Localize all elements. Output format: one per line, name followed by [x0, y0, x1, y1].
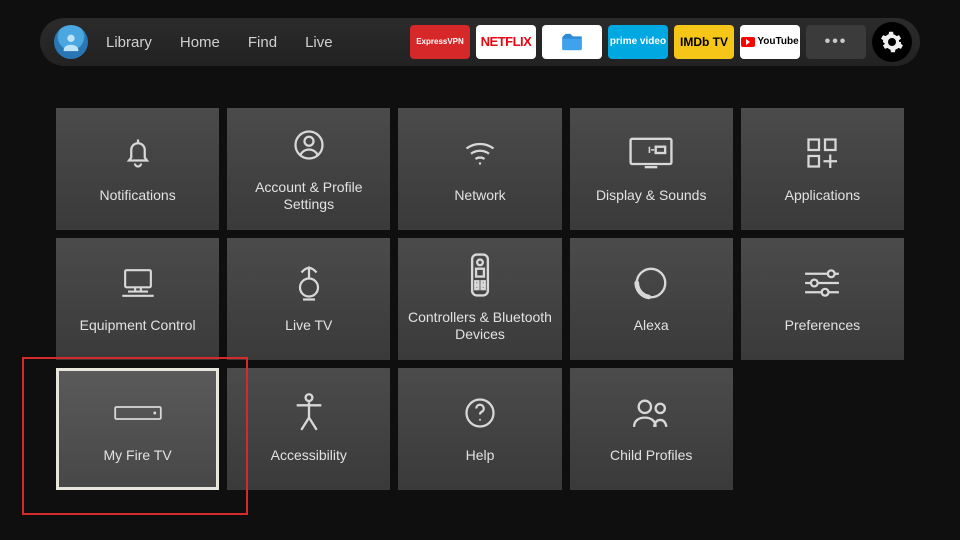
- nav-links: Library Home Find Live: [106, 34, 333, 51]
- tile-preferences[interactable]: Preferences: [741, 238, 904, 360]
- tile-label: Equipment Control: [72, 317, 204, 335]
- help-icon: [462, 393, 498, 433]
- tile-notifications[interactable]: Notifications: [56, 108, 219, 230]
- tile-equipment[interactable]: Equipment Control: [56, 238, 219, 360]
- childprofiles-icon: [631, 393, 671, 433]
- tile-label: Network: [446, 187, 513, 205]
- tile-label: Alexa: [626, 317, 677, 335]
- tile-label: Accessibility: [263, 447, 355, 465]
- account-icon: [291, 125, 327, 165]
- tile-help[interactable]: Help: [398, 368, 561, 490]
- app-expressvpn[interactable]: ExpressVPN: [410, 25, 470, 59]
- youtube-play-icon: [741, 37, 755, 47]
- tile-label: Child Profiles: [602, 447, 700, 465]
- tile-accessibility[interactable]: Accessibility: [227, 368, 390, 490]
- tile-livetv[interactable]: Live TV: [227, 238, 390, 360]
- preferences-icon: [802, 263, 842, 303]
- tile-alexa[interactable]: Alexa: [570, 238, 733, 360]
- tile-label: Account & Profile Settings: [227, 179, 390, 214]
- tile-label: Display & Sounds: [588, 187, 715, 205]
- app-shortcuts: ExpressVPN NETFLIX prime video IMDb TV Y…: [410, 25, 866, 59]
- controllers-icon: [468, 255, 492, 295]
- network-icon: [460, 133, 500, 173]
- tile-label: My Fire TV: [95, 447, 179, 465]
- app-more[interactable]: •••: [806, 25, 866, 59]
- tile-applications[interactable]: Applications: [741, 108, 904, 230]
- app-es-file-explorer[interactable]: [542, 25, 602, 59]
- accessibility-icon: [292, 393, 326, 433]
- nav-library[interactable]: Library: [106, 34, 152, 51]
- tile-network[interactable]: Network: [398, 108, 561, 230]
- tile-display[interactable]: Display & Sounds: [570, 108, 733, 230]
- tile-controllers[interactable]: Controllers & Bluetooth Devices: [398, 238, 561, 360]
- tile-label: Notifications: [91, 187, 183, 205]
- nav-live[interactable]: Live: [305, 34, 333, 51]
- profile-avatar[interactable]: [54, 25, 88, 59]
- app-youtube-label: YouTube: [757, 37, 798, 48]
- alexa-icon: [632, 263, 670, 303]
- app-netflix[interactable]: NETFLIX: [476, 25, 536, 59]
- app-imdb-tv[interactable]: IMDb TV: [674, 25, 734, 59]
- settings-grid: Notifications Account & Profile Settings N…: [56, 108, 904, 490]
- tile-label: Applications: [777, 187, 869, 205]
- tile-myfiretv[interactable]: My Fire TV: [56, 368, 219, 490]
- equipment-icon: [118, 263, 158, 303]
- gear-icon: [880, 30, 904, 54]
- folder-icon: [559, 29, 585, 55]
- app-expressvpn-label: ExpressVPN: [416, 38, 464, 46]
- app-youtube[interactable]: YouTube: [740, 25, 800, 59]
- app-prime-video[interactable]: prime video: [608, 25, 668, 59]
- tile-label: Controllers & Bluetooth Devices: [398, 309, 561, 344]
- nav-find[interactable]: Find: [248, 34, 277, 51]
- applications-icon: [804, 133, 840, 173]
- notifications-icon: [120, 133, 156, 173]
- tile-label: Help: [458, 447, 503, 465]
- nav-home[interactable]: Home: [180, 34, 220, 51]
- tile-childprofiles[interactable]: Child Profiles: [570, 368, 733, 490]
- tile-label: Live TV: [277, 317, 340, 335]
- tile-label: Preferences: [777, 317, 868, 335]
- top-navigation-bar: Library Home Find Live ExpressVPN NETFLI…: [40, 18, 920, 66]
- person-icon: [60, 31, 82, 53]
- tile-account[interactable]: Account & Profile Settings: [227, 108, 390, 230]
- livetv-icon: [291, 263, 327, 303]
- settings-button[interactable]: [872, 22, 912, 62]
- display-icon: [629, 133, 673, 173]
- myfiretv-icon: [114, 393, 162, 433]
